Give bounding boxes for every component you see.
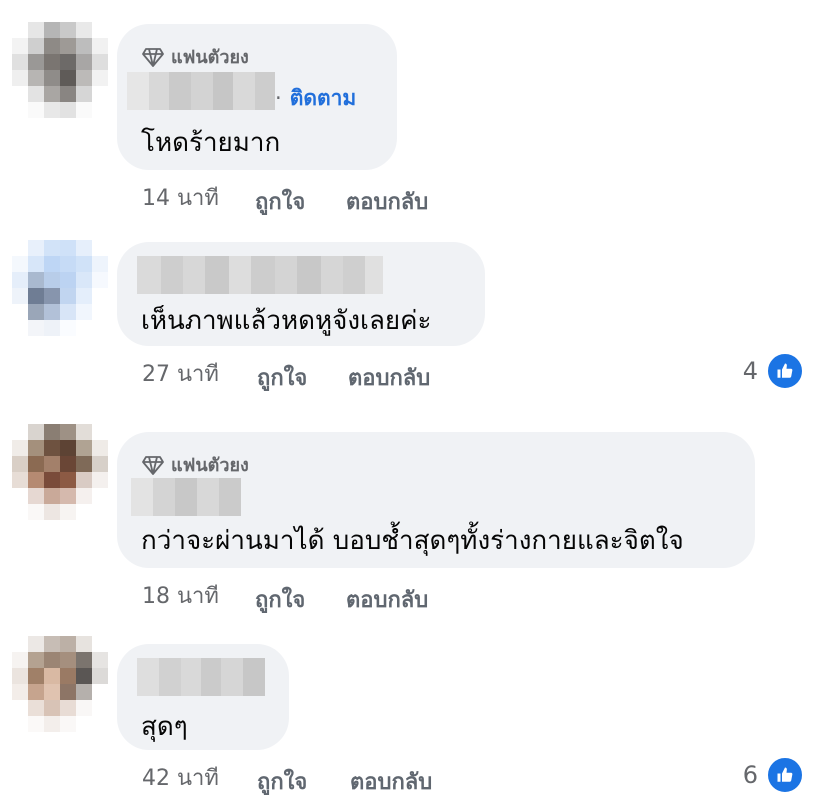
reply-button[interactable]: ตอบกลับ: [346, 582, 428, 617]
comment-text: โหดร้ายมาก: [141, 128, 281, 158]
like-button[interactable]: ถูกใจ: [257, 764, 307, 799]
comment-text: สุดๆ: [141, 712, 188, 742]
like-button[interactable]: ถูกใจ: [257, 360, 307, 395]
avatar[interactable]: [12, 240, 108, 336]
separator-dot: ·: [275, 86, 282, 110]
like-button[interactable]: ถูกใจ: [255, 582, 305, 617]
comment-bubble: สุดๆ: [117, 644, 289, 750]
diamond-fan-icon: [142, 455, 164, 475]
avatar[interactable]: [12, 636, 108, 732]
reaction-count[interactable]: 4: [743, 352, 804, 390]
author-name[interactable]: [137, 256, 383, 294]
reply-button[interactable]: ตอบกลับ: [346, 184, 428, 219]
comment-time[interactable]: 18 นาที: [142, 578, 219, 613]
author-name[interactable]: [131, 478, 241, 516]
top-fan-badge: แฟนตัวยง: [141, 450, 249, 479]
diamond-fan-icon: [142, 47, 164, 67]
follow-label[interactable]: ติดตาม: [290, 86, 357, 110]
comment-time[interactable]: 27 นาที: [142, 356, 219, 391]
reaction-number: 4: [742, 357, 758, 385]
reaction-number: 6: [742, 761, 758, 789]
avatar[interactable]: [12, 424, 108, 520]
thumbs-up-icon: [766, 756, 804, 794]
comment-bubble: เห็นภาพแล้วหดหูจังเลยค่ะ: [117, 242, 485, 346]
comment-time[interactable]: 42 นาที: [142, 760, 219, 795]
badge-label: แฟนตัวยง: [171, 47, 249, 68]
comment-text: กว่าจะผ่านมาได้ บอบช้ำสุดๆทั้งร่างกายและ…: [141, 526, 684, 556]
thumbs-up-icon: [766, 352, 804, 390]
badge-label: แฟนตัวยง: [171, 455, 249, 476]
reaction-count[interactable]: 6: [743, 756, 804, 794]
follow-link[interactable]: · ติดตาม: [275, 82, 356, 115]
comment-time[interactable]: 14 นาที: [142, 180, 219, 215]
avatar[interactable]: [12, 22, 108, 118]
top-fan-badge: แฟนตัวยง: [141, 42, 249, 71]
comment-bubble: แฟนตัวยง กว่าจะผ่านมาได้ บอบช้ำสุดๆทั้งร…: [117, 432, 755, 568]
reply-button[interactable]: ตอบกลับ: [350, 764, 432, 799]
comment-text: เห็นภาพแล้วหดหูจังเลยค่ะ: [141, 306, 432, 336]
author-name[interactable]: [137, 658, 265, 696]
author-name[interactable]: [127, 72, 275, 110]
reply-button[interactable]: ตอบกลับ: [348, 360, 430, 395]
like-button[interactable]: ถูกใจ: [255, 184, 305, 219]
comment-bubble: แฟนตัวยง · ติดตาม โหดร้ายมาก: [117, 24, 397, 170]
